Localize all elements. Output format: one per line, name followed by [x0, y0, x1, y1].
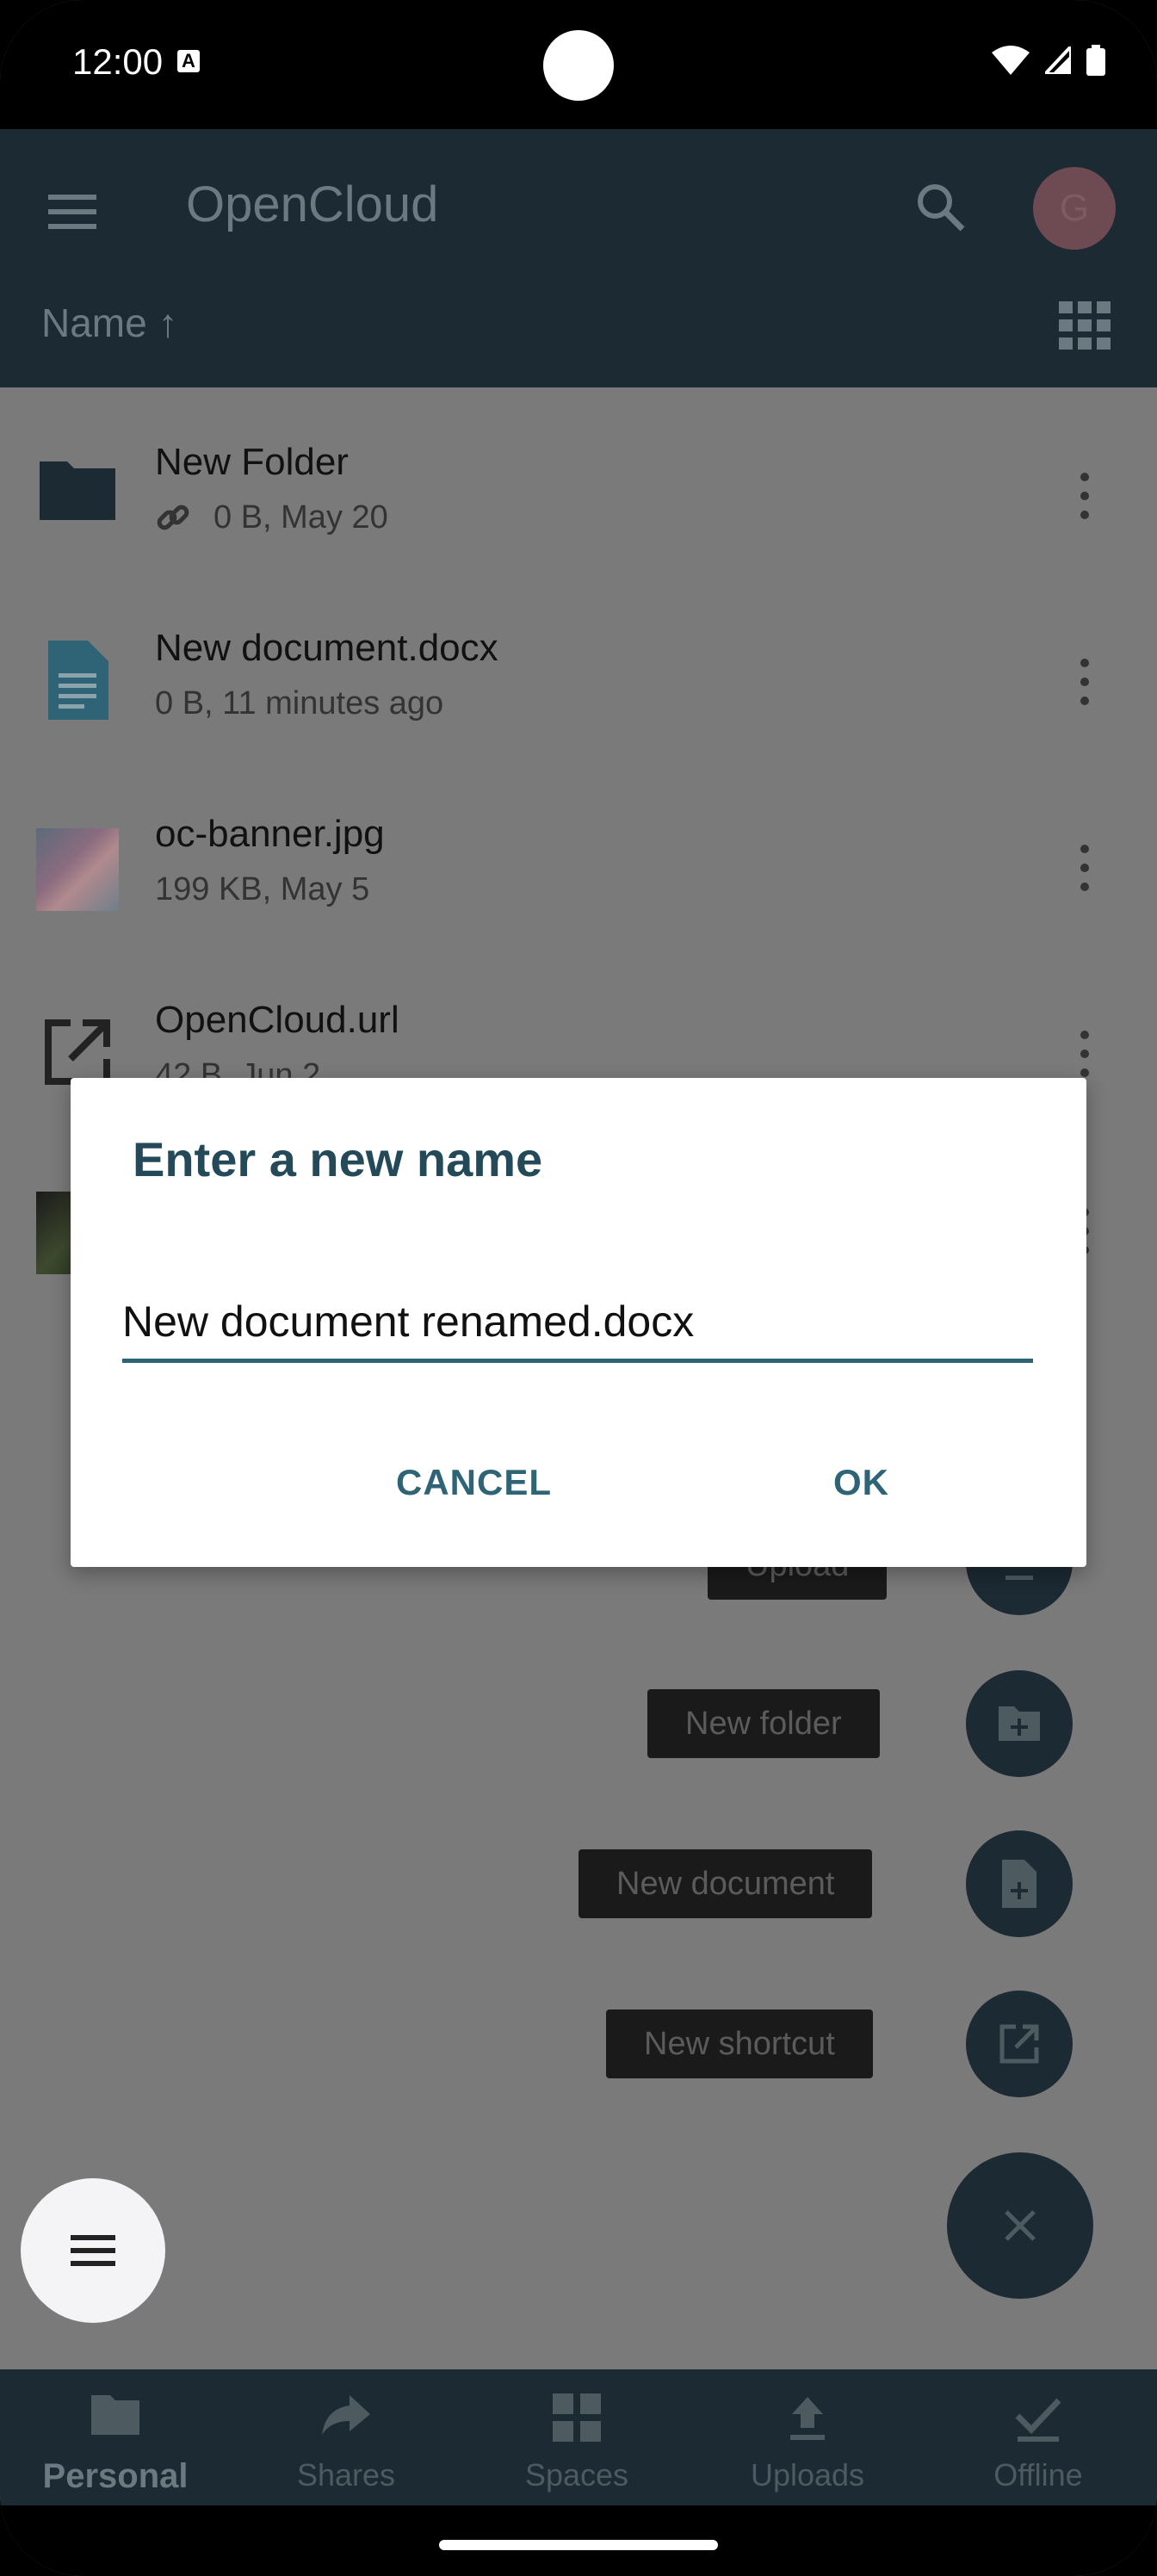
screen: 12:00 A OpenCloud G Name ↑ New Folder 0 …	[0, 0, 1157, 2576]
link-icon	[157, 505, 189, 530]
new-shortcut-button[interactable]	[966, 1991, 1073, 2097]
file-meta: 0 B, 11 minutes ago	[155, 685, 444, 721]
notification-badge: A	[177, 50, 200, 72]
file-name: OpenCloud.url	[155, 999, 399, 1041]
new-folder-button[interactable]	[966, 1670, 1073, 1777]
cancel-button[interactable]: CANCEL	[396, 1462, 552, 1503]
close-fab-button[interactable]	[947, 2152, 1093, 2299]
file-name: New Folder	[155, 441, 349, 483]
wifi-icon	[992, 46, 1030, 75]
battery-icon	[1086, 45, 1105, 76]
create-shortcut-icon	[999, 2024, 1039, 2064]
upload-icon	[790, 2397, 825, 2440]
list-item[interactable]: New Folder 0 B, May 20	[0, 387, 1157, 573]
camera-cutout	[543, 30, 614, 101]
avatar[interactable]: G	[1033, 167, 1116, 250]
list-item[interactable]: New document.docx 0 B, 11 minutes ago	[0, 573, 1157, 759]
file-name: New document.docx	[155, 627, 498, 669]
grid-icon	[553, 2393, 601, 2442]
menu-icon[interactable]	[41, 181, 103, 243]
nav-label: Shares	[296, 2457, 396, 2492]
nav-label: Spaces	[524, 2457, 629, 2492]
home-indicator[interactable]	[439, 2540, 718, 2550]
nav-label: Uploads	[750, 2457, 865, 2492]
new-document-button[interactable]	[966, 1830, 1073, 1937]
nav-label: Offline	[993, 2457, 1083, 2492]
more-options-icon[interactable]	[1064, 651, 1105, 713]
document-icon	[48, 641, 108, 720]
new-folder-label[interactable]: New folder	[647, 1689, 880, 1758]
sort-selector[interactable]: Name ↑	[41, 300, 177, 346]
status-time: 12:00	[72, 41, 164, 82]
ok-button[interactable]: OK	[833, 1462, 889, 1503]
check-icon	[1015, 2398, 1061, 2442]
floating-menu-button[interactable]	[21, 2178, 165, 2323]
create-document-icon	[1002, 1860, 1036, 1908]
create-folder-icon	[999, 1706, 1040, 1741]
menu-icon	[71, 2235, 115, 2266]
image-thumbnail	[36, 828, 119, 911]
app-bar: OpenCloud G Name ↑	[0, 129, 1157, 387]
search-icon[interactable]	[909, 176, 971, 238]
status-icons	[992, 45, 1105, 76]
more-options-icon[interactable]	[1064, 465, 1105, 527]
new-document-label[interactable]: New document	[578, 1849, 873, 1918]
status-bar: 12:00 A	[0, 0, 1157, 129]
new-name-input[interactable]	[122, 1285, 1033, 1363]
share-icon	[322, 2395, 370, 2435]
file-meta: 0 B, May 20	[213, 499, 388, 536]
new-shortcut-label[interactable]: New shortcut	[606, 2009, 873, 2078]
file-meta: 199 KB, May 5	[155, 871, 370, 907]
app-title: OpenCloud	[186, 176, 439, 232]
dialog-title: Enter a new name	[133, 1132, 543, 1186]
grid-view-icon[interactable]	[1059, 301, 1111, 350]
file-name: oc-banner.jpg	[155, 813, 385, 855]
more-options-icon[interactable]	[1064, 1023, 1105, 1085]
close-icon	[1005, 2210, 1036, 2241]
list-item[interactable]: oc-banner.jpg 199 KB, May 5	[0, 759, 1157, 945]
more-options-icon[interactable]	[1064, 837, 1105, 899]
folder-icon	[40, 461, 115, 520]
signal-icon	[1045, 46, 1071, 74]
folder-icon	[91, 2395, 139, 2435]
rename-dialog: Enter a new name CANCEL OK	[71, 1078, 1086, 1567]
nav-label: Personal	[42, 2457, 189, 2495]
